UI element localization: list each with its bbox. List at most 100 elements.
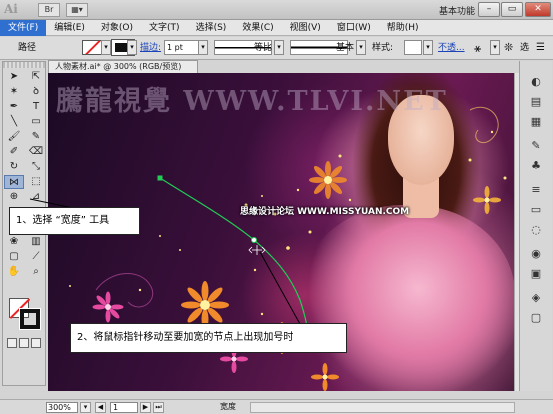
tutorial-callout-step1: 1、选择 “宽度” 工具 [9,207,140,235]
workspace-switcher[interactable]: 基本功能 [439,4,475,17]
menu-window[interactable]: 窗口(W) [329,20,379,36]
document-tab-title: 人物素材.ai* @ 300% (RGB/预览) [55,62,182,71]
gradient-mode-icon[interactable] [19,338,29,348]
direct-selection-icon[interactable]: ⇱ [26,70,46,84]
appearance-panel-icon[interactable]: ◉ [528,247,544,261]
perspective-icon[interactable]: ⊿ [26,190,46,204]
brush-dropdown-icon[interactable]: ▾ [356,40,366,55]
type-icon[interactable]: T [26,100,46,114]
artboard-number-field[interactable]: 1 [110,402,138,413]
menu-help[interactable]: 帮助(H) [379,20,427,36]
zoom-dropdown-icon[interactable]: ▾ [80,402,91,413]
watermark-text: 騰龍視覺 WWW.TLVI.NET [56,86,448,117]
graphic-styles-panel-icon[interactable]: ▣ [528,267,544,281]
status-bar: 300% ▾ ◀ 1 ▶ ⏭ 宽度 [0,399,553,414]
current-tool-status[interactable]: 宽度 [220,401,236,413]
menu-effect[interactable]: 效果(C) [234,20,281,36]
stroke-weight-dropdown-icon[interactable]: ▾ [198,40,208,55]
menu-bar: 文件(F) 编辑(E) 对象(O) 文字(T) 选择(S) 效果(C) 视图(V… [0,19,553,36]
illustrator-window: Ai Br ▦▾ 基本功能 – ▭ ✕ 文件(F) 编辑(E) 对象(O) 文字… [0,0,553,414]
right-panel-dock: ◐ ▤ ▦ ✎ ♣ ≡ ▭ ◌ ◉ ▣ ◈ ▢ [519,61,552,391]
callout-step1-text: 1、选择 “宽度” 工具 [16,215,110,226]
horizontal-scrollbar[interactable] [250,402,515,413]
menu-type[interactable]: 文字(T) [141,20,188,36]
stroke-box[interactable] [19,308,41,330]
width-icon[interactable]: ⋈ [4,175,24,189]
panel-menu-icon[interactable]: ☰ [536,40,545,56]
document-tab[interactable]: 人物素材.ai* @ 300% (RGB/预览) [48,60,198,73]
column-graph-icon[interactable]: ▥ [26,235,46,249]
blob-brush-icon[interactable]: ✐ [4,145,24,159]
menu-file[interactable]: 文件(F) [0,19,47,36]
color-panel-icon[interactable]: ◐ [528,75,544,89]
arrange-documents-button[interactable]: ▦▾ [66,3,88,17]
brush-label: 基本 [336,43,355,53]
previous-artboard-icon[interactable]: ◀ [95,402,106,413]
stroke-panel-icon[interactable]: ≡ [528,183,544,197]
symbol-sprayer-icon[interactable]: ❀ [4,235,24,249]
zoom-level-field[interactable]: 300% [46,402,78,413]
stroke-label[interactable]: 描边: [140,40,161,56]
swatches-panel-icon[interactable]: ▦ [528,115,544,129]
menu-edit[interactable]: 编辑(E) [46,20,93,36]
control-bar: 路径 ▾ ▾ 描边: 1 pt ▾ 等比 ▾ 基本 ▾ 样式: ▾ 不透... … [0,37,553,60]
zoom-icon[interactable]: ⌕ [26,265,46,279]
scale-icon[interactable]: ⤡ [26,160,46,174]
last-artboard-icon[interactable]: ⏭ [153,402,164,413]
artboards-panel-icon[interactable]: ▢ [528,311,544,325]
restore-icon[interactable]: ▭ [501,2,523,17]
style-dropdown-icon[interactable]: ▾ [423,40,433,55]
style-label: 样式: [372,43,394,53]
slice-icon[interactable]: ⟋ [26,250,46,264]
close-icon[interactable]: ✕ [525,2,551,17]
layers-panel-icon[interactable]: ◈ [528,291,544,305]
opacity-link[interactable]: 不透... [438,40,465,56]
recolor-icon[interactable]: ❊ [504,40,513,56]
transparency-panel-icon[interactable]: ◌ [528,223,544,237]
graphic-style-swatch[interactable] [404,40,422,55]
none-mode-icon[interactable] [31,338,41,348]
stroke-dropdown-icon[interactable]: ▾ [127,40,137,55]
free-transform-icon[interactable]: ⬚ [26,175,46,189]
minimize-icon[interactable]: – [478,2,500,17]
paintbrush-icon[interactable]: 🖌 [4,130,24,144]
site-credit-text: 思缘设计论坛 WWW.MISSYUAN.COM [240,207,410,217]
select-similar-dropdown-icon[interactable]: ▾ [490,40,500,55]
bridge-button[interactable]: Br [38,3,60,17]
brushes-panel-icon[interactable]: ✎ [528,139,544,153]
app-logo: Ai [4,2,18,16]
eraser-icon[interactable]: ⌫ [26,145,46,159]
color-guide-icon[interactable]: ▤ [528,95,544,109]
lasso-icon[interactable]: ꝺ [26,85,46,99]
menu-view[interactable]: 视图(V) [282,20,329,36]
selection-icon[interactable]: ➤ [4,70,24,84]
next-artboard-icon[interactable]: ▶ [140,402,151,413]
fill-dropdown-icon[interactable]: ▾ [101,40,111,55]
title-bar: Ai Br ▦▾ 基本功能 – ▭ ✕ [0,0,553,20]
extra-label[interactable]: 选 [520,40,529,56]
magic-wand-icon[interactable]: ✶ [4,85,24,99]
hand-icon[interactable]: ✋ [4,265,24,279]
select-similar-icon[interactable]: ⚹ [474,40,481,56]
shape-builder-icon[interactable]: ⊕ [4,190,24,204]
tools-grid: ➤ ⇱ ✶ ꝺ ✒ T ╲ ▭ 🖌 ✎ ✐ ⌫ ↻ ⤡ ⋈ ⬚ ⊕ ⊿ ⌗ ▤ … [3,68,45,281]
photo-dress [300,205,515,391]
tutorial-callout-step2: 2、将鼠标指针移动至要加宽的节点上出现加号时 [70,323,347,353]
rectangle-icon[interactable]: ▭ [26,115,46,129]
callout-step2-text: 2、将鼠标指针移动至要加宽的节点上出现加号时 [77,332,294,343]
profile-dropdown-icon[interactable]: ▾ [274,40,284,55]
color-mode-icon[interactable] [7,338,17,348]
pen-icon[interactable]: ✒ [4,100,24,114]
rotate-icon[interactable]: ↻ [4,160,24,174]
color-mode-row [7,338,45,348]
fill-stroke-control[interactable] [9,298,43,332]
symbols-panel-icon[interactable]: ♣ [528,159,544,173]
path-label: 路径 [18,43,37,53]
line-icon[interactable]: ╲ [4,115,24,129]
profile-label: 等比 [254,43,273,53]
menu-select[interactable]: 选择(S) [188,20,235,36]
artboard-icon[interactable]: ▢ [4,250,24,264]
gradient-panel-icon[interactable]: ▭ [528,203,544,217]
pencil-icon[interactable]: ✎ [26,130,46,144]
menu-object[interactable]: 对象(O) [93,20,141,36]
